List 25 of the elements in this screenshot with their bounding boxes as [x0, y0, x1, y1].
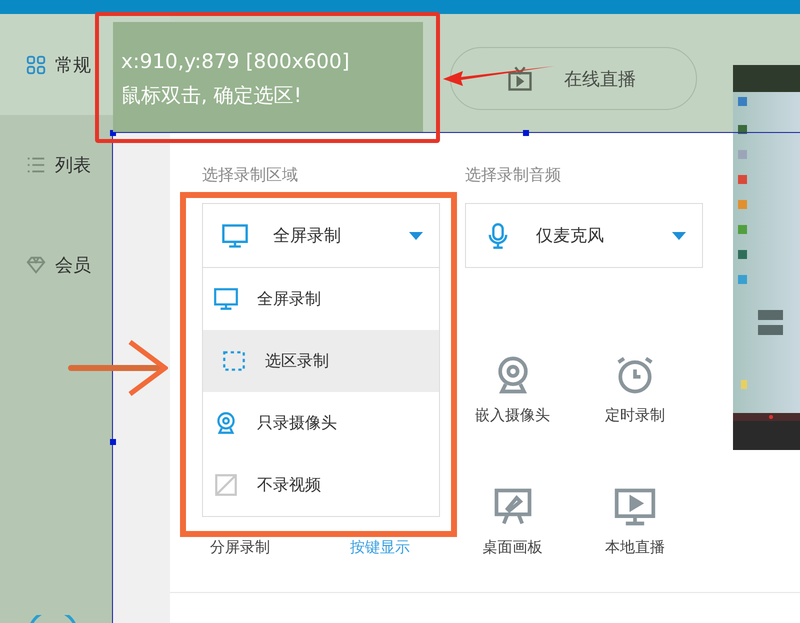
- tv-icon: [506, 64, 534, 92]
- monitor-icon: [221, 222, 249, 250]
- field-label: 选择录制音频: [465, 165, 561, 185]
- monitor-icon: [213, 286, 239, 312]
- menu-item[interactable]: 不录视频: [203, 454, 439, 516]
- feature-label[interactable]: 桌面画板: [482, 537, 542, 557]
- dropdown[interactable]: 仅麦克风: [465, 203, 703, 268]
- resize-handle[interactable]: [523, 130, 529, 136]
- diamond-icon: [25, 254, 47, 276]
- dropdown[interactable]: 全屏录制: [202, 203, 440, 268]
- feature-label[interactable]: 分屏录制: [210, 537, 270, 557]
- avatar-icon[interactable]: [28, 615, 78, 623]
- feature-label[interactable]: 定时录制: [605, 405, 665, 425]
- menu-item[interactable]: 选区录制: [203, 330, 439, 392]
- feature-label[interactable]: 嵌入摄像头: [475, 405, 550, 425]
- resize-handle[interactable]: [110, 439, 116, 445]
- grid-icon: [25, 54, 47, 76]
- field-label: 选择录制区域: [202, 165, 298, 185]
- caret-icon: [672, 232, 686, 240]
- menu-item[interactable]: 全屏录制: [203, 268, 439, 330]
- feature-label[interactable]: 本地直播: [605, 537, 665, 557]
- caret-icon: [409, 232, 423, 240]
- slashed-square-icon: [213, 472, 239, 498]
- sidebar-item[interactable]: 会员: [0, 215, 170, 315]
- menu-item[interactable]: 只录摄像头: [203, 392, 439, 454]
